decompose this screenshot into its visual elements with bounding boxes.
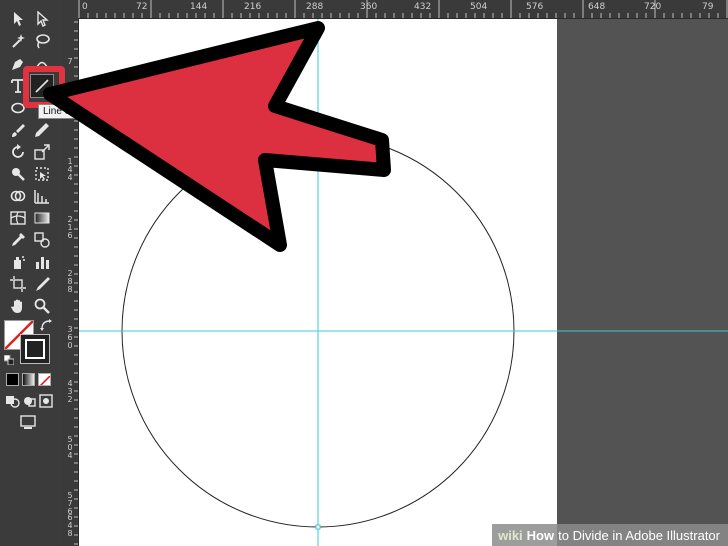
none-mode-icon[interactable] (38, 373, 51, 386)
ruler-label: 288 (306, 2, 324, 12)
ruler-label: 720 (644, 2, 662, 12)
ruler-label: 5 0 4 (67, 435, 73, 460)
tool-tooltip: Line S (38, 104, 77, 119)
draw-normal-icon[interactable] (4, 394, 20, 408)
paintbrush-icon[interactable] (8, 121, 28, 139)
draw-behind-icon[interactable] (21, 394, 37, 408)
ruler-label: 216 (244, 2, 262, 12)
watermark-banner: wiki How to Divide in Adobe Illustrator (492, 524, 728, 546)
draw-inside-icon[interactable] (38, 394, 54, 408)
canvas-area[interactable] (79, 19, 728, 546)
ruler-label: 504 (470, 2, 488, 12)
selection-tool-icon[interactable] (8, 10, 28, 28)
ruler-label: 72 (136, 2, 148, 12)
default-fill-stroke-icon[interactable] (3, 352, 15, 366)
gradient-tool-icon[interactable] (32, 209, 52, 227)
lasso-icon[interactable] (32, 32, 52, 50)
column-graph-icon[interactable] (32, 253, 52, 271)
warp-tool-icon[interactable] (8, 165, 28, 183)
ruler-label: 432 (414, 2, 432, 12)
ruler-label: 4 3 2 (67, 379, 73, 404)
watermark-title: to Divide in Adobe Illustrator (558, 527, 720, 543)
stroke-swatch-icon[interactable] (20, 334, 50, 364)
ruler-label: 1 4 4 (67, 157, 73, 182)
swap-fill-stroke-icon[interactable] (40, 318, 54, 331)
zoom-tool-icon[interactable] (32, 297, 52, 315)
ruler-label: 7 (67, 57, 73, 66)
screen-mode-icon[interactable] (18, 414, 38, 430)
scale-tool-icon[interactable] (32, 143, 52, 161)
magic-wand-icon[interactable] (8, 32, 28, 50)
free-transform-icon[interactable] (32, 165, 52, 183)
ruler-ticks (78, 0, 728, 18)
ruler-label: 144 (190, 2, 208, 12)
ruler-label: 360 (360, 2, 378, 12)
tooltip-text: Line S (43, 106, 72, 117)
illustrator-window: 0 72 144 216 288 360 432 504 576 648 720… (0, 0, 728, 546)
watermark-brand: wiki (498, 527, 523, 543)
eyedropper-icon[interactable] (8, 231, 28, 249)
color-mode-icon[interactable] (6, 373, 19, 386)
perspective-grid-icon[interactable] (32, 187, 52, 205)
ruler-label: 0 (82, 2, 88, 12)
rotate-tool-icon[interactable] (8, 143, 28, 161)
gradient-mode-icon[interactable] (22, 373, 35, 386)
shape-builder-icon[interactable] (8, 187, 28, 205)
pencil-icon[interactable] (32, 121, 52, 139)
direct-selection-tool-icon[interactable] (32, 10, 52, 28)
blend-tool-icon[interactable] (32, 231, 52, 249)
symbol-sprayer-icon[interactable] (8, 253, 28, 271)
anchor-point[interactable] (315, 524, 321, 530)
watermark-how: How (526, 527, 555, 543)
artboard-tool-icon[interactable] (8, 275, 28, 293)
hand-tool-icon[interactable] (8, 297, 28, 315)
ruler-label: 6 4 8 (67, 513, 73, 538)
mesh-tool-icon[interactable] (8, 209, 28, 227)
ruler-label: 2 1 6 (67, 215, 73, 240)
slice-tool-icon[interactable] (32, 275, 52, 293)
ruler-label: 2 8 8 (67, 269, 73, 294)
artwork-layer (79, 19, 728, 546)
ruler-label: 3 6 0 (67, 325, 73, 350)
ruler-label: 79 (702, 2, 714, 12)
ruler-label: 648 (588, 2, 606, 12)
ruler-label: 576 (526, 2, 544, 12)
horizontal-ruler[interactable]: 0 72 144 216 288 360 432 504 576 648 720… (62, 0, 728, 19)
tool-highlight-box (23, 66, 65, 108)
